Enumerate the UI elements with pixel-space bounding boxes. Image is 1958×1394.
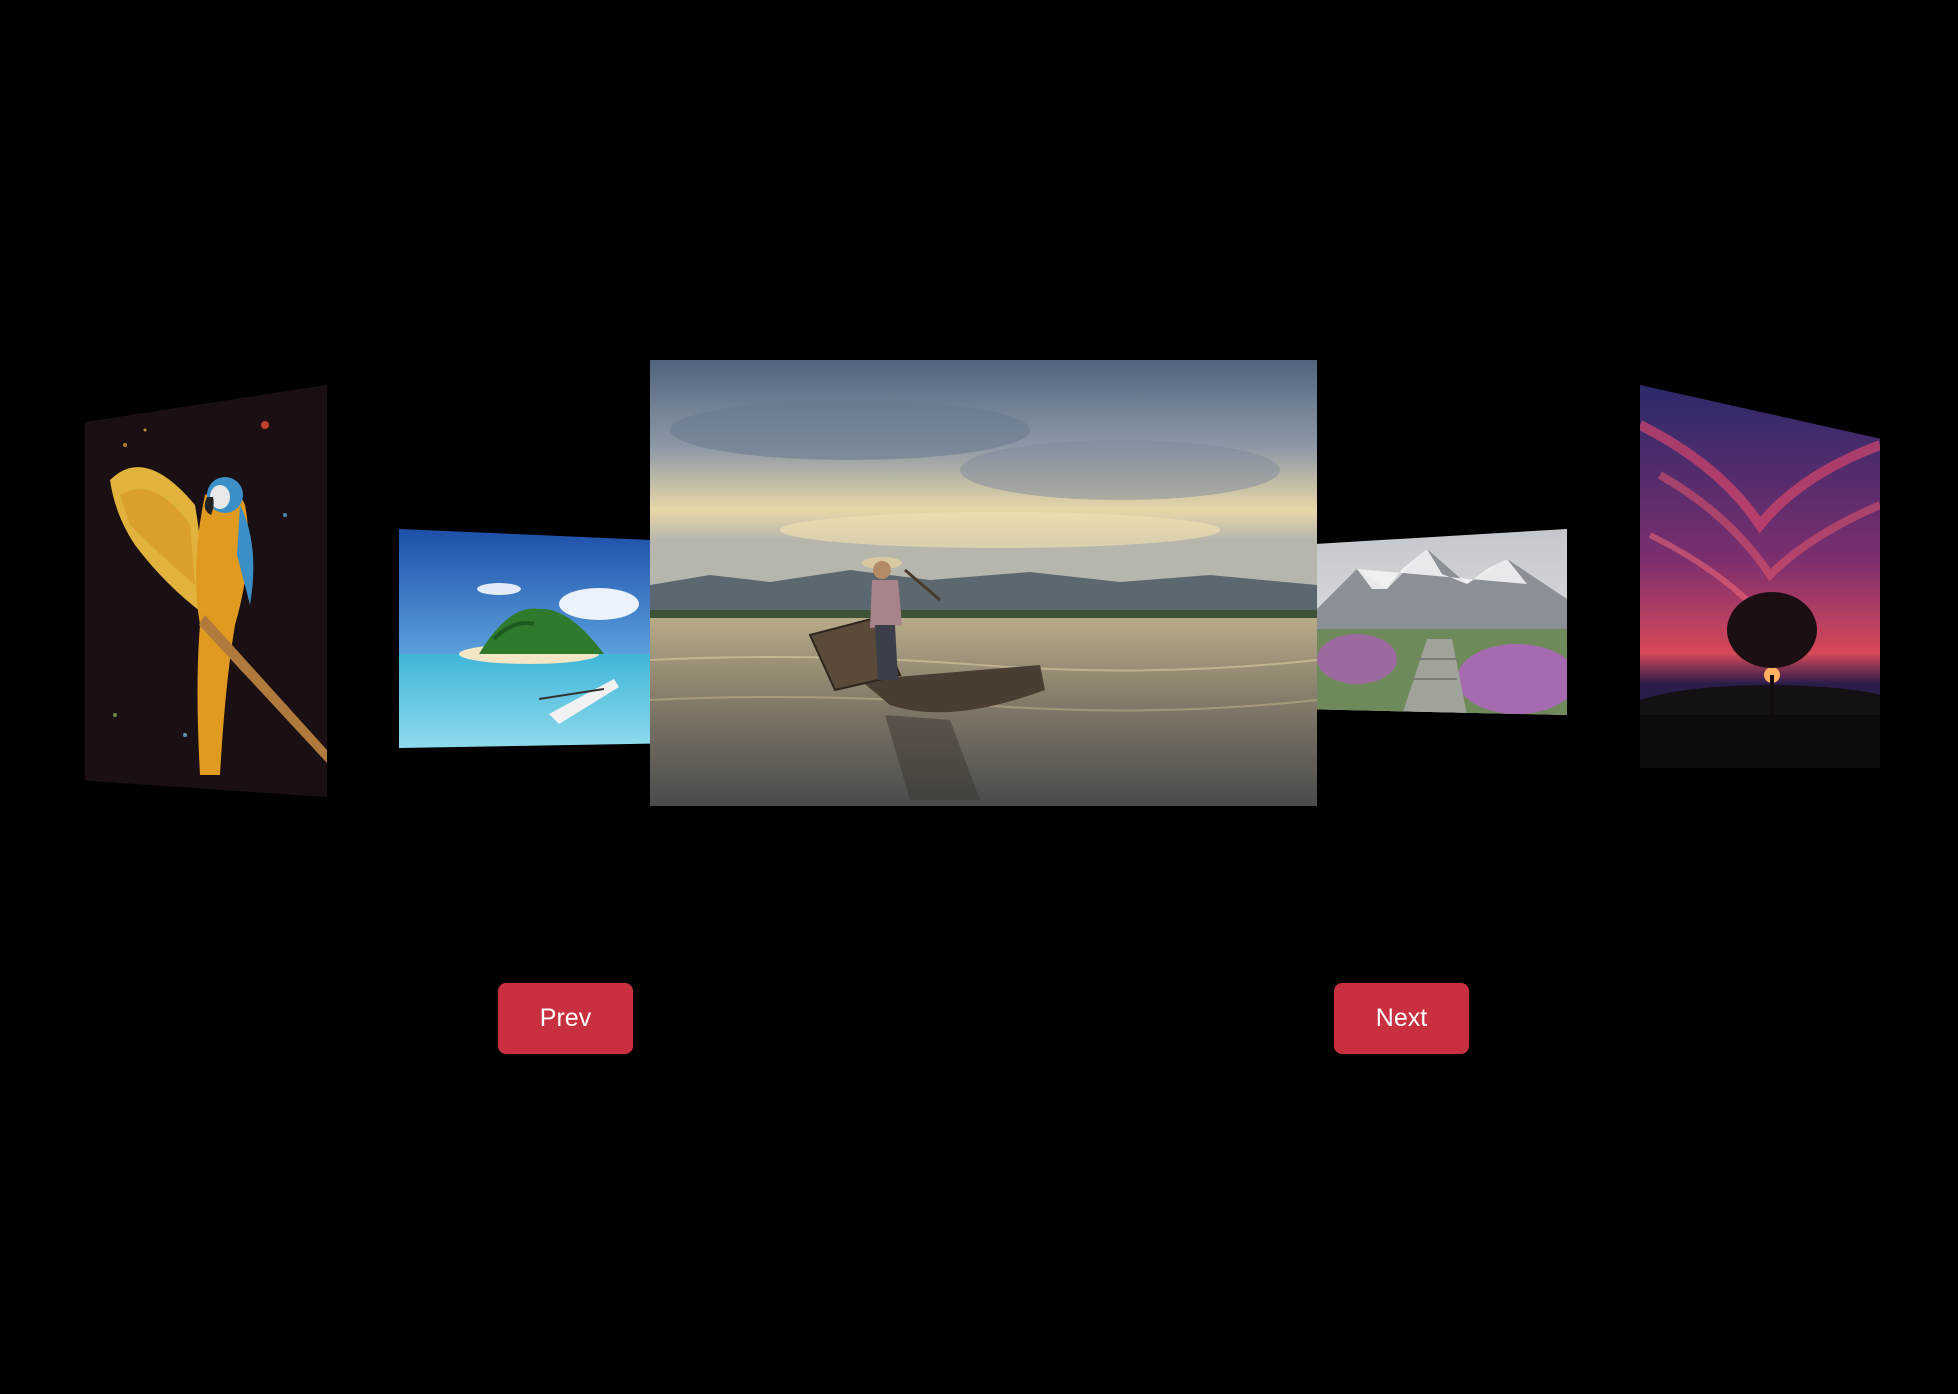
mountains-image bbox=[1317, 529, 1567, 715]
tree-sunset-image bbox=[1640, 385, 1880, 768]
carousel-slide-tree-sunset[interactable] bbox=[1640, 385, 1880, 768]
island-image bbox=[399, 529, 650, 748]
carousel-slide-island[interactable] bbox=[399, 529, 650, 748]
parrot-image bbox=[85, 385, 327, 797]
carousel-slide-fisherman[interactable] bbox=[650, 360, 1317, 806]
fisherman-image bbox=[650, 360, 1317, 806]
carousel-stage: Prev Next bbox=[0, 0, 1958, 1394]
carousel-slide-parrot[interactable] bbox=[85, 385, 327, 797]
carousel-slide-mountains[interactable] bbox=[1317, 529, 1567, 715]
prev-button[interactable]: Prev bbox=[498, 983, 633, 1054]
next-button[interactable]: Next bbox=[1334, 983, 1469, 1054]
